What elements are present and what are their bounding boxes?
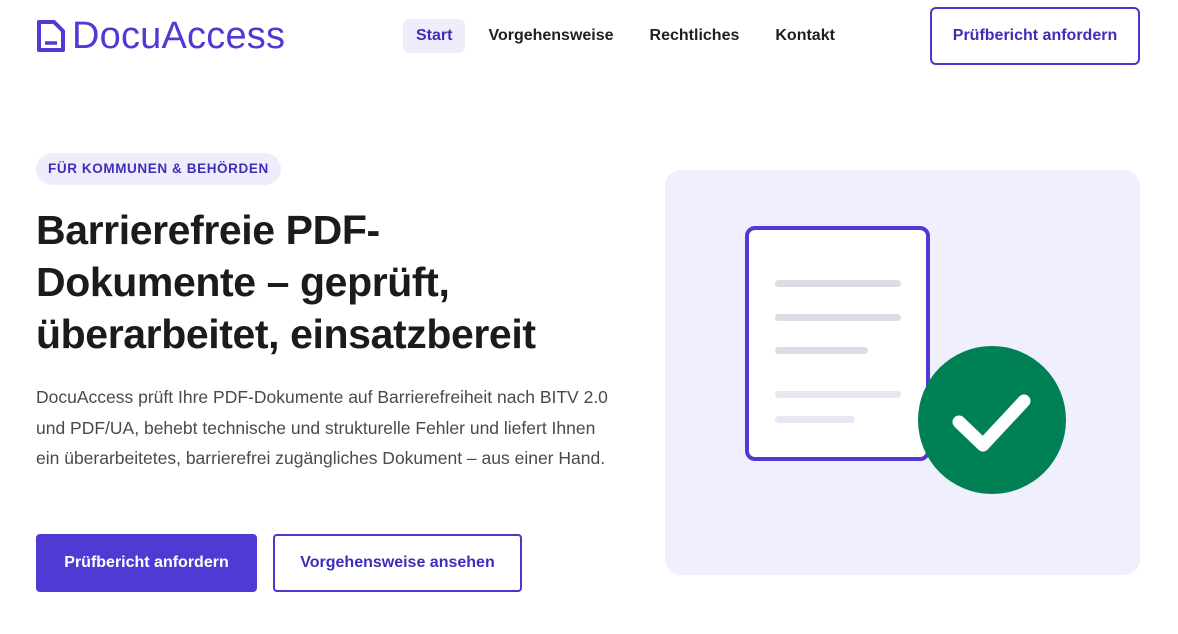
illustration-graphic (745, 226, 1066, 494)
main-nav: Start Vorgehensweise Rechtliches Kontakt (403, 19, 858, 53)
headline-line-1: Barrierefreie PDF- (36, 207, 380, 253)
document-icon (37, 20, 65, 52)
hero-illustration (665, 170, 1140, 575)
checkmark-icon (918, 346, 1066, 494)
nav-item-vorgehensweise[interactable]: Vorgehensweise (475, 19, 626, 53)
nav-item-rechtliches[interactable]: Rechtliches (637, 19, 753, 53)
document-icon (745, 226, 930, 461)
audience-badge: FÜR KOMMUNEN & BEHÖRDEN (36, 153, 281, 185)
headline-line-3: überarbeitet, einsatzbereit (36, 311, 536, 357)
request-report-header-button[interactable]: Prüfbericht anfordern (930, 7, 1140, 65)
view-process-button[interactable]: Vorgehensweise ansehen (273, 534, 522, 592)
logo[interactable]: DocuAccess (36, 14, 285, 58)
hero-description: DocuAccess prüft Ihre PDF-Dokumente auf … (36, 387, 608, 468)
page-title: Barrierefreie PDF- Dokumente – geprüft, … (36, 204, 626, 360)
nav-item-start[interactable]: Start (403, 19, 466, 53)
headline-line-2: Dokumente – geprüft, (36, 259, 450, 305)
request-report-button[interactable]: Prüfbericht anfordern (36, 534, 257, 592)
site-header: DocuAccess Start Vorgehensweise Rechtlic… (0, 0, 1178, 72)
brand-name: DocuAccess (72, 15, 286, 57)
nav-item-kontakt[interactable]: Kontakt (762, 19, 848, 53)
